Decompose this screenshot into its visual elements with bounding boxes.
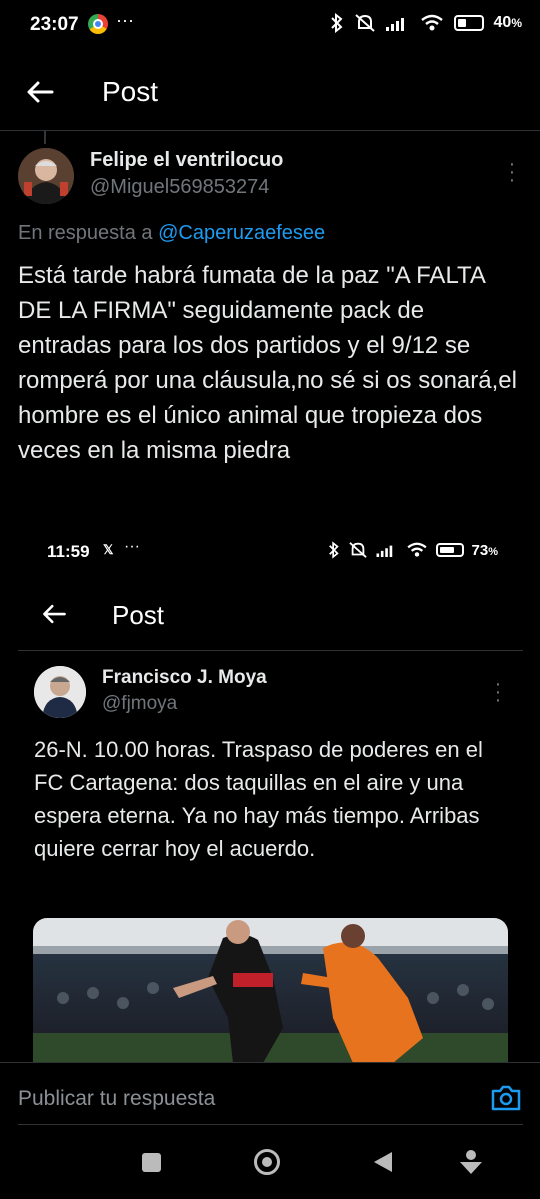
avatar[interactable] xyxy=(18,148,74,204)
composer-divider xyxy=(18,1124,523,1125)
reply-composer[interactable]: Publicar tu respuesta xyxy=(0,1062,540,1127)
more-notifications-icon: ··· xyxy=(124,538,140,555)
back-button-icon[interactable] xyxy=(372,1150,394,1174)
signal-icon xyxy=(385,18,404,31)
embedded-page-title: Post xyxy=(112,600,165,630)
embedded-tweet-text: 26-N. 10.00 horas. Traspaso de poderes e… xyxy=(34,737,483,861)
battery-percent: 73% xyxy=(471,541,498,559)
back-arrow-icon[interactable] xyxy=(24,76,56,108)
top-bar: Post xyxy=(0,62,540,128)
system-nav-bar xyxy=(0,1128,540,1199)
more-notifications-icon: ··· xyxy=(116,10,134,30)
thread-line xyxy=(44,130,46,144)
assistant-icon[interactable] xyxy=(458,1148,484,1176)
embedded-status-right: 73% xyxy=(328,541,498,559)
mute-icon xyxy=(354,14,375,32)
tweet-photo xyxy=(33,918,508,1063)
page-title: Post xyxy=(102,76,159,107)
embedded-avatar xyxy=(34,666,86,718)
author-handle[interactable]: @Miguel569853274 xyxy=(90,176,269,199)
chrome-icon xyxy=(88,14,108,34)
more-options-icon: · · · xyxy=(494,673,502,711)
embedded-author-name: Francisco J. Moya xyxy=(102,667,267,688)
battery-icon xyxy=(453,15,484,31)
author-name[interactable]: Felipe el ventrilocuo xyxy=(90,149,283,172)
bluetooth-icon xyxy=(330,13,343,33)
home-button[interactable] xyxy=(254,1149,280,1175)
wifi-icon xyxy=(420,14,443,31)
wifi-icon xyxy=(406,542,427,557)
embedded-status-bar: 11:59 𝕏 ··· 73% xyxy=(0,534,540,570)
tweet-text: Está tarde habrá fumata de la paz "A FAL… xyxy=(18,262,517,464)
mute-icon xyxy=(348,542,367,558)
battery-percent: 40% xyxy=(493,14,522,31)
signal-icon xyxy=(376,545,392,557)
status-bar: 23:07 ··· 40% xyxy=(0,0,540,48)
battery-icon xyxy=(435,543,464,557)
header-divider xyxy=(0,130,540,131)
embedded-status-time: 11:59 xyxy=(47,542,90,561)
x-app-icon: 𝕏 xyxy=(103,542,114,557)
recents-button[interactable] xyxy=(142,1153,161,1172)
reply-context: En respuesta a @Caperuzaefesee xyxy=(18,222,325,245)
bluetooth-icon xyxy=(328,541,339,559)
embedded-author-handle: @fjmoya xyxy=(102,693,178,714)
back-arrow-icon xyxy=(43,604,66,624)
camera-icon[interactable] xyxy=(490,1083,522,1113)
reply-mention-link[interactable]: @Caperuzaefesee xyxy=(158,222,325,244)
more-options-icon[interactable]: · · · xyxy=(504,154,520,190)
reply-prefix: En respuesta a xyxy=(18,222,153,244)
status-time: 23:07 xyxy=(30,14,79,35)
embedded-header-divider xyxy=(18,650,523,651)
status-right: 40% xyxy=(330,13,522,33)
reply-input[interactable]: Publicar tu respuesta xyxy=(18,1087,215,1111)
